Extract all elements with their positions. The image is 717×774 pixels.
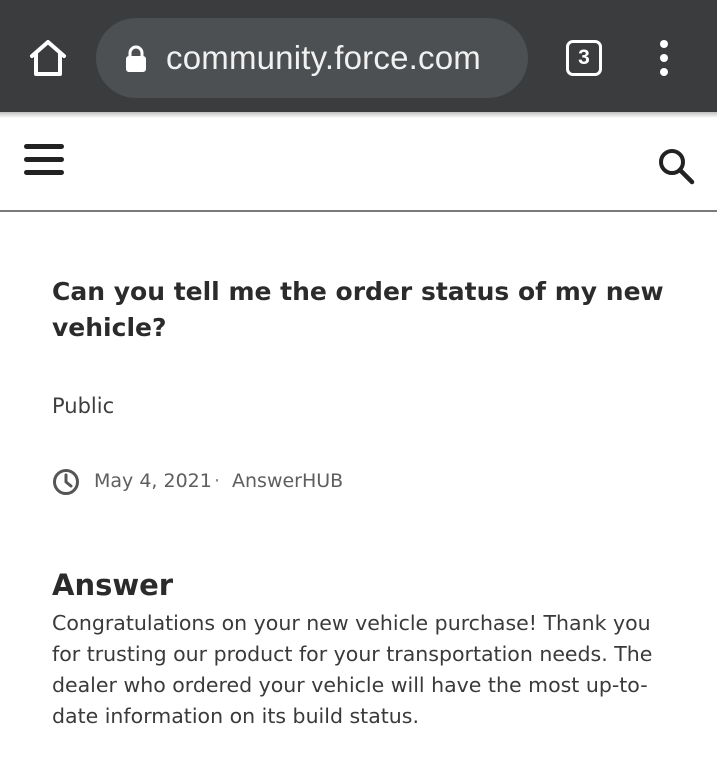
answer-body: Congratulations on your new vehicle purc…	[52, 611, 653, 728]
browser-menu-button[interactable]	[650, 38, 678, 78]
search-icon	[659, 149, 695, 185]
question-title: Can you tell me the order status of my n…	[52, 277, 664, 342]
browser-toolbar: community.force.com 3	[0, 0, 717, 112]
visibility-label: Public	[52, 394, 115, 418]
meta-separator: ·	[214, 470, 221, 492]
answer-heading: Answer	[52, 568, 174, 602]
address-bar[interactable]: community.force.com	[96, 18, 528, 98]
lock-icon	[126, 45, 146, 72]
hamburger-icon	[24, 144, 64, 175]
post-author[interactable]: AnswerHUB	[232, 466, 343, 496]
more-vert-icon	[660, 40, 668, 76]
search-button[interactable]	[656, 146, 696, 186]
clock-icon	[53, 469, 79, 495]
site-header	[0, 118, 717, 212]
question-meta: May 4, 2021 · AnswerHUB	[52, 466, 682, 496]
menu-button[interactable]	[24, 142, 66, 178]
home-icon	[30, 40, 66, 76]
post-date: May 4, 2021	[94, 470, 212, 492]
tab-switcher-button[interactable]: 3	[566, 40, 602, 76]
home-button[interactable]	[24, 34, 72, 82]
url-text: community.force.com	[166, 39, 481, 76]
